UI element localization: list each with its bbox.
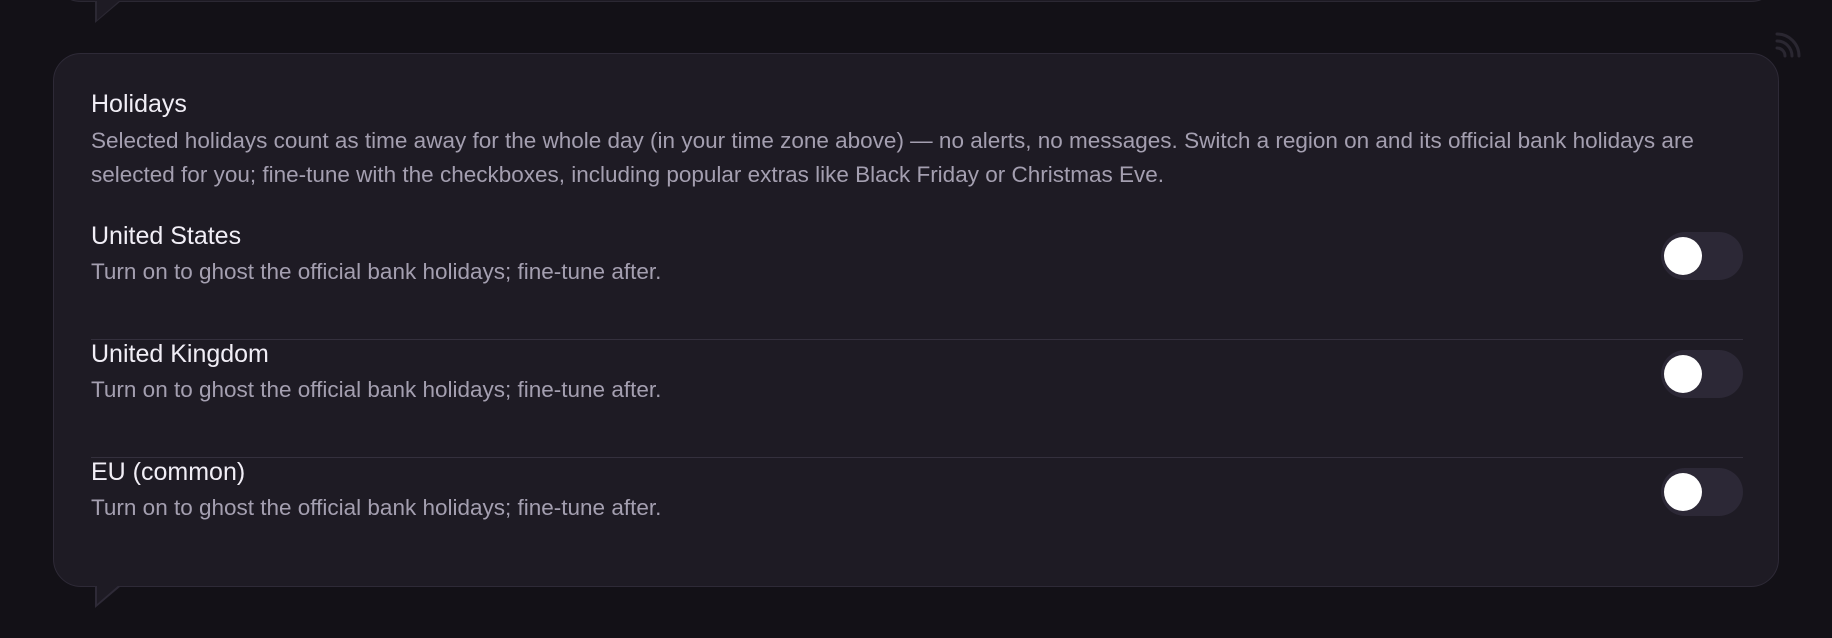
toggle-knob — [1664, 473, 1702, 511]
toggle-knob — [1664, 237, 1702, 275]
united-states-toggle[interactable] — [1661, 232, 1743, 280]
region-row-eu-common: EU (common) Turn on to ghost the officia… — [91, 458, 1743, 576]
region-row-united-states: United States Turn on to ghost the offic… — [91, 222, 1743, 340]
card-tail-fill — [97, 585, 119, 604]
holidays-title: Holidays — [91, 90, 187, 118]
region-name: United States — [91, 222, 242, 250]
previous-card-tail-fill — [97, 1, 119, 20]
region-row-united-kingdom: United Kingdom Turn on to ghost the offi… — [91, 340, 1743, 458]
holidays-card: Holidays Selected holidays count as time… — [53, 53, 1779, 587]
region-hint: Turn on to ghost the official bank holid… — [91, 495, 662, 520]
holidays-description: Selected holidays count as time away for… — [91, 128, 1694, 187]
toggle-knob — [1664, 355, 1702, 393]
rss-icon — [1775, 32, 1801, 58]
region-hint: Turn on to ghost the official bank holid… — [91, 259, 662, 284]
region-name: United Kingdom — [91, 340, 269, 368]
region-name: EU (common) — [91, 458, 246, 486]
united-kingdom-toggle[interactable] — [1661, 350, 1743, 398]
previous-settings-card — [53, 0, 1779, 2]
region-hint: Turn on to ghost the official bank holid… — [91, 377, 662, 402]
eu-common-toggle[interactable] — [1661, 468, 1743, 516]
settings-page: Holidays Selected holidays count as time… — [0, 0, 1832, 638]
